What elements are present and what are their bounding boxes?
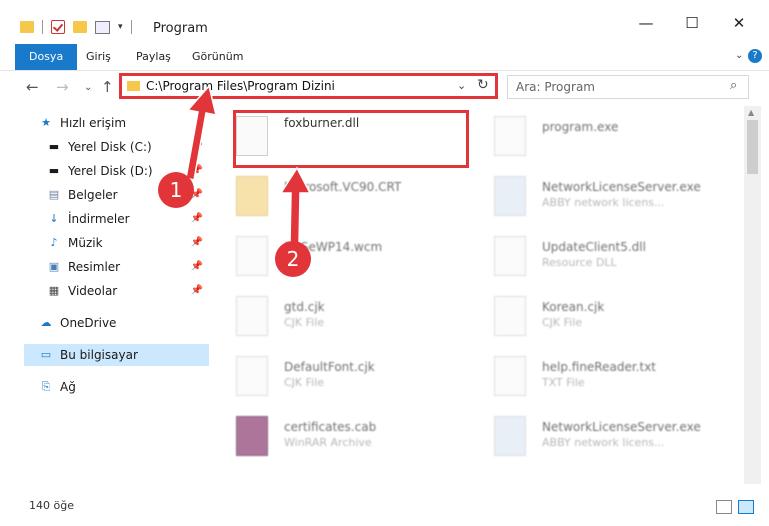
step-marker-1: 1 (158, 172, 194, 208)
step-marker-2: 2 (275, 241, 311, 277)
annotation-arrows (185, 84, 312, 245)
arrow-to-file (279, 166, 312, 245)
arrow-to-address-bar (185, 84, 218, 181)
